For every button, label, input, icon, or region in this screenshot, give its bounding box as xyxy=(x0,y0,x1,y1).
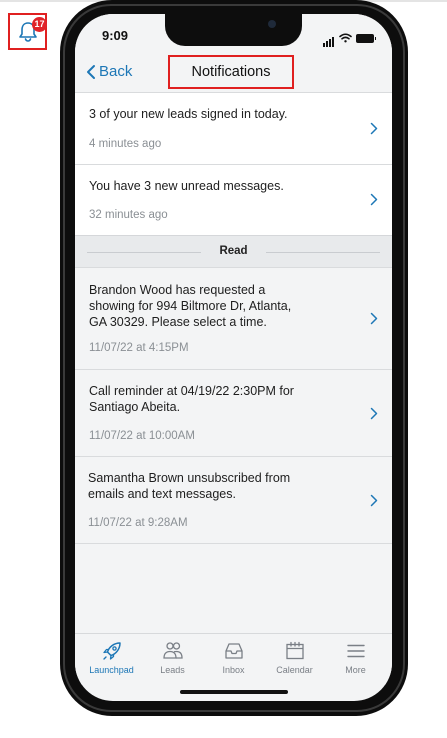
notification-list: 3 of your new leads signed in today. 4 m… xyxy=(75,92,392,544)
tab-more[interactable]: More xyxy=(329,634,383,685)
tab-launchpad[interactable]: Launchpad xyxy=(85,634,139,685)
notification-item-read-1[interactable]: Brandon Wood has requested a showing for… xyxy=(75,267,392,369)
nav-bar: Back Notifications xyxy=(75,55,392,92)
calendar-icon xyxy=(285,641,304,660)
tab-label: Launchpad xyxy=(89,665,134,675)
page-title-highlight: Notifications xyxy=(168,55,294,89)
inbox-icon xyxy=(224,643,243,659)
notification-item-unread-1[interactable]: 3 of your new leads signed in today. 4 m… xyxy=(75,92,392,164)
tab-label: Leads xyxy=(160,665,185,675)
read-section-label: Read xyxy=(219,245,248,257)
notification-bell-highlight[interactable]: 17 xyxy=(8,13,47,50)
people-icon xyxy=(162,642,183,659)
battery-icon xyxy=(356,33,376,43)
notification-message: Call reminder at 04/19/22 2:30PM for San… xyxy=(89,384,294,414)
tab-label: More xyxy=(345,665,366,675)
notification-time: 11/07/22 at 9:28AM xyxy=(88,517,188,529)
read-section-header: Read xyxy=(75,235,392,267)
notification-message: You have 3 new unread messages. xyxy=(89,179,284,193)
tab-leads[interactable]: Leads xyxy=(146,634,200,685)
notification-item-read-2[interactable]: Call reminder at 04/19/22 2:30PM for San… xyxy=(75,369,392,456)
bottom-tab-bar: Launchpad Leads Inbox Calendar More xyxy=(75,633,392,685)
notification-time: 11/07/22 at 10:00AM xyxy=(89,430,195,442)
chevron-right-icon xyxy=(370,494,378,507)
phone-notch xyxy=(165,14,302,46)
chevron-right-icon xyxy=(370,122,378,135)
status-time: 9:09 xyxy=(102,28,129,43)
signal-icon xyxy=(323,29,335,47)
menu-icon xyxy=(346,644,365,658)
phone-screen: 9:09 Back Notifications 3 of your new le… xyxy=(75,14,392,701)
notification-count-badge: 17 xyxy=(32,17,47,32)
notification-message: 3 of your new leads signed in today. xyxy=(89,107,288,121)
chevron-right-icon xyxy=(370,193,378,206)
notification-message: Samantha Brown unsubscribed from emails … xyxy=(88,471,291,501)
back-button[interactable]: Back xyxy=(85,63,132,80)
notification-item-read-3[interactable]: Samantha Brown unsubscribed from emails … xyxy=(75,456,392,544)
notification-message: Brandon Wood has requested a showing for… xyxy=(89,283,292,329)
tab-calendar[interactable]: Calendar xyxy=(268,634,322,685)
tab-label: Inbox xyxy=(222,665,245,675)
chevron-left-icon xyxy=(87,64,95,79)
wifi-icon xyxy=(339,33,352,43)
section-rule-right xyxy=(266,252,380,253)
back-button-label: Back xyxy=(99,63,133,80)
page-title: Notifications xyxy=(191,64,271,80)
camera-icon xyxy=(268,20,276,28)
status-icons xyxy=(323,29,376,47)
rocket-icon xyxy=(102,642,121,660)
notification-time: 4 minutes ago xyxy=(89,138,162,150)
home-indicator xyxy=(180,690,288,694)
notification-time: 11/07/22 at 4:15PM xyxy=(89,342,189,354)
notification-time: 32 minutes ago xyxy=(89,209,168,221)
chevron-right-icon xyxy=(370,407,378,420)
tab-inbox[interactable]: Inbox xyxy=(207,634,261,685)
notification-item-unread-2[interactable]: You have 3 new unread messages. 32 minut… xyxy=(75,164,392,235)
chevron-right-icon xyxy=(370,312,378,325)
tab-label: Calendar xyxy=(276,665,313,675)
